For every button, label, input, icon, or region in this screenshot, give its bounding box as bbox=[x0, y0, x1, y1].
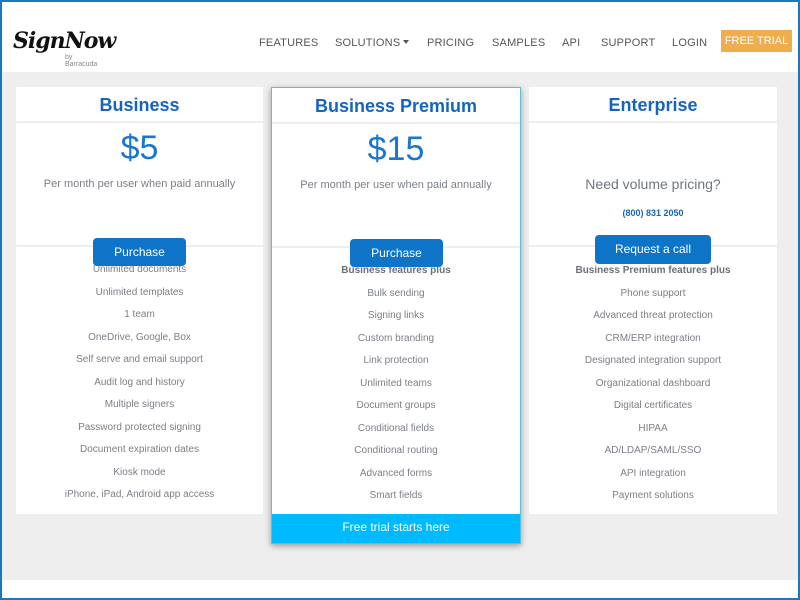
nav-features[interactable]: FEATURES bbox=[259, 37, 318, 49]
plan-card-business-premium: Business Premium $15 Per month per user … bbox=[271, 87, 521, 544]
price-note: Per month per user when paid annually bbox=[43, 178, 236, 190]
contact-block: Need volume pricing? (800) 831 2050 Requ… bbox=[529, 123, 777, 264]
feature-item: Document groups bbox=[356, 400, 436, 411]
plan-title: Business bbox=[16, 87, 263, 123]
feature-item: Link protection bbox=[363, 355, 429, 366]
feature-item: API integration bbox=[620, 467, 686, 479]
main-nav: FEATURES SOLUTIONS PRICING SAMPLES API S… bbox=[0, 30, 800, 54]
price-block: $15 Per month per user when paid annuall… bbox=[272, 124, 520, 267]
nav-samples[interactable]: SAMPLES bbox=[492, 37, 545, 49]
feature-item: Digital certificates bbox=[613, 400, 693, 411]
feature-item: Conditional fields bbox=[357, 422, 435, 434]
feature-item: Conditional routing bbox=[354, 445, 438, 456]
free-trial-bar[interactable]: Free trial starts here bbox=[272, 514, 520, 543]
nav-solutions-label: SOLUTIONS bbox=[335, 37, 401, 49]
feature-list: Unlimited documents Unlimited templates … bbox=[16, 247, 263, 511]
feature-item: HIPAA bbox=[638, 422, 668, 434]
feature-heading: Business Premium features plus bbox=[575, 265, 731, 276]
feature-item: Advanced threat protection bbox=[593, 310, 713, 321]
nav-solutions[interactable]: SOLUTIONS bbox=[335, 37, 410, 49]
feature-list: Business Premium features plus Phone sup… bbox=[529, 247, 777, 512]
feature-item: Bulk sending bbox=[367, 287, 425, 299]
feature-list: Business features plus Bulk sending Sign… bbox=[272, 248, 520, 512]
nav-pricing[interactable]: PRICING bbox=[427, 37, 474, 49]
feature-item: Custom branding bbox=[357, 332, 435, 344]
feature-item: Smart fields bbox=[369, 490, 423, 501]
footer-strip bbox=[0, 580, 800, 600]
site-header: SignNow by Barracuda FEATURES SOLUTIONS … bbox=[0, 0, 800, 72]
plan-price: $5 bbox=[120, 129, 159, 167]
price-block: $5 Per month per user when paid annually… bbox=[16, 123, 263, 266]
feature-item: Organizational dashboard bbox=[595, 377, 711, 389]
plan-title: Enterprise bbox=[529, 87, 777, 123]
feature-item: OneDrive, Google, Box bbox=[88, 331, 191, 343]
feature-heading: Business features plus bbox=[341, 265, 451, 276]
request-call-button[interactable]: Request a call bbox=[595, 235, 711, 264]
feature-item: Unlimited documents bbox=[92, 264, 187, 275]
feature-item: Phone support bbox=[620, 287, 686, 299]
feature-item: Advanced forms bbox=[359, 467, 433, 479]
logo-byline: by Barracuda bbox=[65, 54, 98, 68]
nav-login[interactable]: LOGIN bbox=[672, 37, 707, 49]
feature-item: Self serve and email support bbox=[76, 354, 203, 365]
feature-item: Unlimited teams bbox=[360, 377, 432, 389]
plan-card-enterprise: Enterprise Need volume pricing? (800) 83… bbox=[529, 87, 777, 514]
nav-support[interactable]: SUPPORT bbox=[601, 37, 655, 49]
feature-item: Kiosk mode bbox=[113, 466, 166, 478]
feature-item: Designated integration support bbox=[584, 355, 722, 366]
free-trial-button[interactable]: FREE TRIAL bbox=[721, 30, 792, 52]
feature-item: Document expiration dates bbox=[80, 444, 199, 455]
feature-item: 1 team bbox=[124, 309, 155, 320]
plan-card-business: Business $5 Per month per user when paid… bbox=[16, 87, 263, 514]
feature-item: iPhone, iPad, Android app access bbox=[64, 489, 215, 500]
feature-item: Payment solutions bbox=[612, 490, 694, 501]
feature-item: Audit log and history bbox=[94, 376, 185, 388]
plan-price: $15 bbox=[367, 130, 425, 168]
feature-item: Signing links bbox=[367, 310, 425, 321]
volume-pricing-question: Need volume pricing? bbox=[585, 176, 721, 192]
phone-number-link[interactable]: (800) 831 2050 bbox=[529, 208, 777, 218]
price-note: Per month per user when paid annually bbox=[300, 179, 492, 191]
feature-item: Multiple signers bbox=[104, 399, 175, 410]
feature-item: Unlimited templates bbox=[95, 286, 184, 298]
feature-item: Password protected signing bbox=[78, 421, 201, 433]
purchase-business-button[interactable]: Purchase bbox=[93, 238, 186, 266]
feature-item: AD/LDAP/SAML/SSO bbox=[604, 445, 702, 456]
nav-api[interactable]: API bbox=[562, 37, 580, 49]
purchase-business-premium-button[interactable]: Purchase bbox=[350, 239, 443, 267]
plan-title: Business Premium bbox=[272, 88, 520, 124]
feature-item: CRM/ERP integration bbox=[605, 332, 701, 344]
caret-down-icon bbox=[403, 40, 410, 44]
